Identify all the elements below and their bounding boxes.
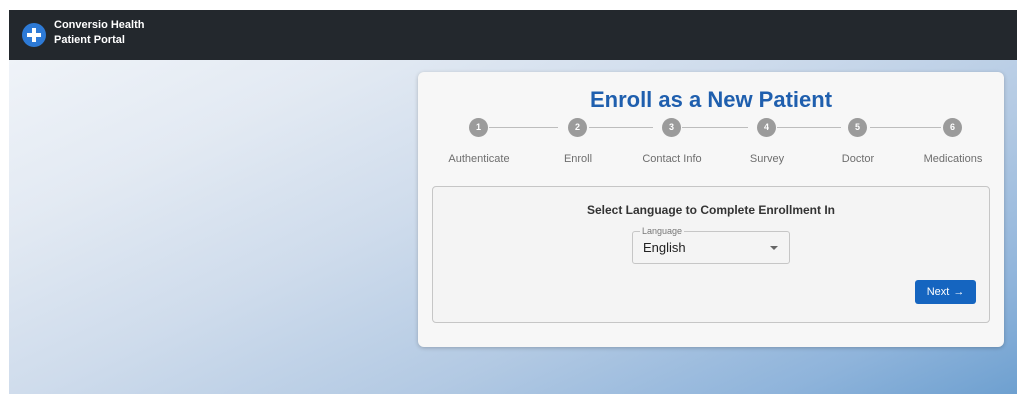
- next-button-label: Next: [926, 286, 950, 298]
- chevron-down-icon[interactable]: [770, 246, 778, 250]
- step-5-label: Doctor: [841, 153, 875, 165]
- brand-line-2: Patient Portal: [54, 34, 125, 46]
- next-button[interactable]: Next →: [915, 280, 976, 304]
- step-connector: [589, 127, 653, 128]
- step-connector: [777, 127, 841, 128]
- step-5-circle: 5: [848, 118, 867, 137]
- language-label: Language: [640, 226, 685, 236]
- brand-line-1: Conversio Health: [54, 19, 145, 31]
- plus-circle-icon[interactable]: [22, 23, 46, 47]
- arrow-right-icon: →: [953, 286, 965, 298]
- step-6-label: Medications: [923, 153, 983, 165]
- step-3-circle: 3: [662, 118, 681, 137]
- language-value: English: [643, 240, 686, 255]
- step-3-label: Contact Info: [642, 153, 702, 165]
- language-panel: Select Language to Complete Enrollment I…: [432, 186, 990, 323]
- step-connector: [682, 127, 748, 128]
- page-title: Enroll as a New Patient: [589, 87, 833, 112]
- step-connector: [489, 127, 558, 128]
- language-select[interactable]: Language English: [632, 226, 790, 264]
- step-4-circle: 4: [757, 118, 776, 137]
- top-bar: Conversio Health Patient Portal: [9, 10, 1017, 60]
- enrollment-card: Enroll as a New Patient 1 2 3 4 5 6 Auth…: [418, 72, 1004, 347]
- language-prompt: Select Language to Complete Enrollment I…: [586, 203, 836, 217]
- step-4-label: Survey: [749, 153, 785, 165]
- step-2-label: Enroll: [563, 153, 593, 165]
- step-connector: [870, 127, 941, 128]
- step-1-circle: 1: [469, 118, 488, 137]
- app-frame: Conversio Health Patient Portal Enroll a…: [9, 10, 1017, 394]
- step-2-circle: 2: [568, 118, 587, 137]
- step-1-label: Authenticate: [448, 153, 510, 165]
- step-6-circle: 6: [943, 118, 962, 137]
- brand-name[interactable]: Conversio Health Patient Portal: [54, 18, 144, 48]
